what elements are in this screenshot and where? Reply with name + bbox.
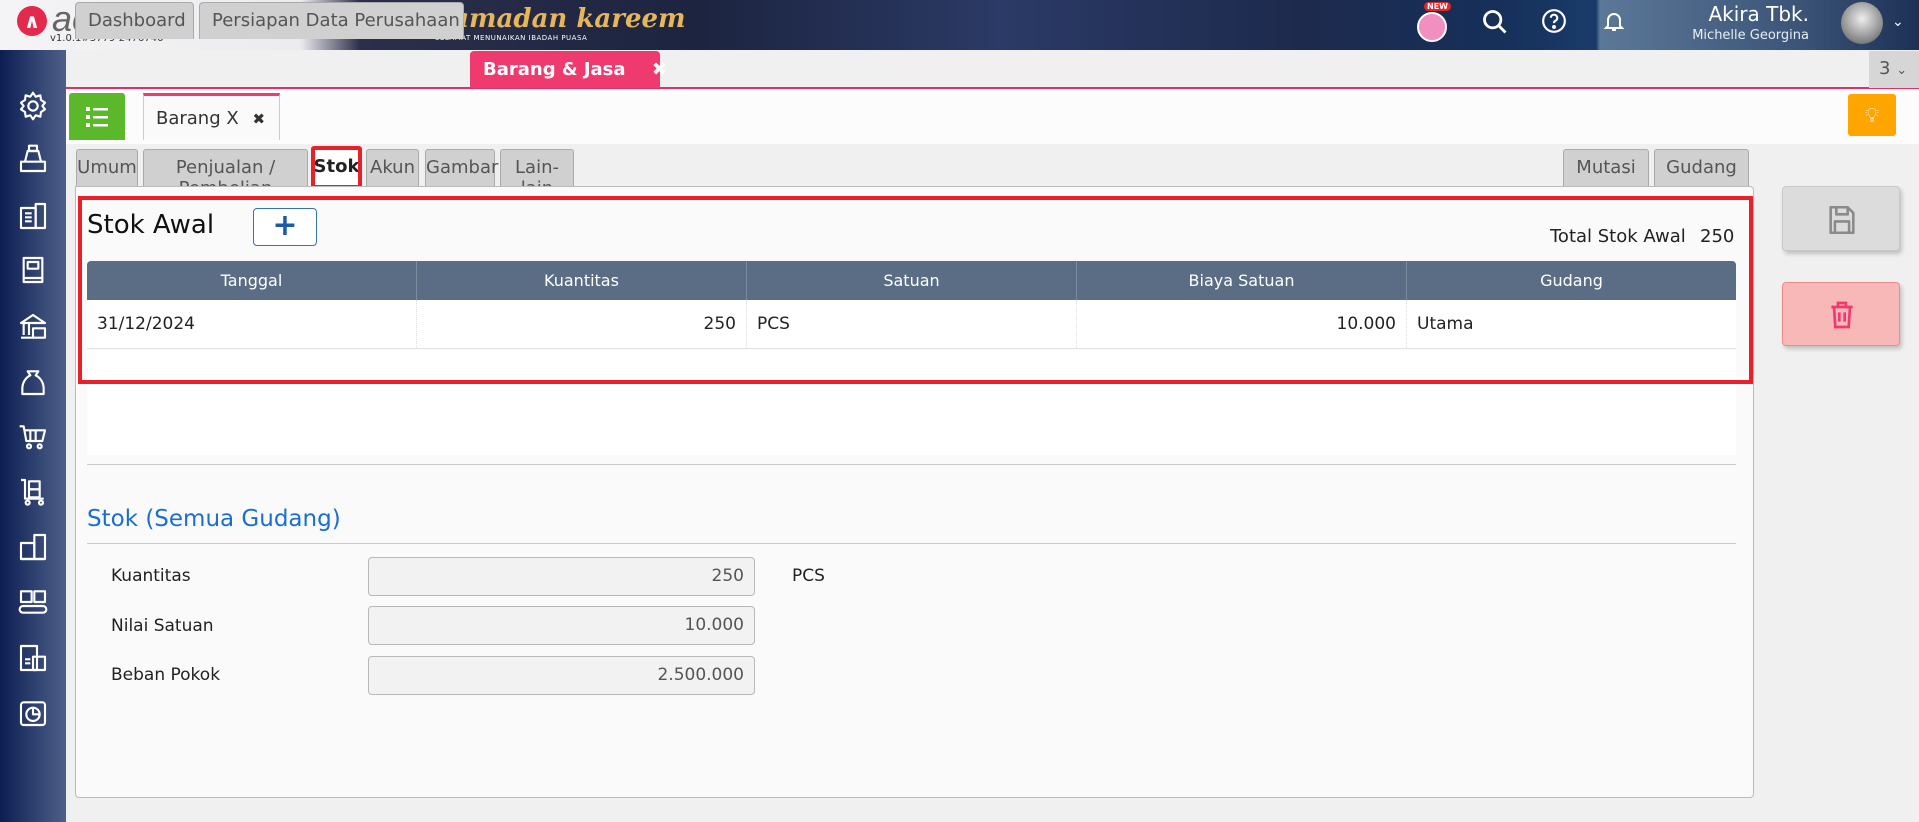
cart-icon[interactable] — [17, 421, 49, 453]
trash-icon — [1831, 301, 1853, 329]
trolley-boxes-icon[interactable] — [17, 476, 49, 508]
company-name[interactable]: Akira Tbk. — [1708, 2, 1809, 26]
tax-icon[interactable] — [17, 642, 49, 674]
unit-label: PCS — [792, 566, 825, 586]
stok-semua-gudang-title: Stok (Semua Gudang) — [87, 506, 341, 532]
accurate-logo-icon: ∧ — [17, 6, 47, 36]
nilai-satuan-field[interactable]: 10.000 — [368, 606, 755, 645]
conveyor-icon[interactable] — [17, 586, 49, 618]
tab-barang-jasa[interactable]: Barang & Jasa ✖ — [470, 51, 667, 88]
mascot-icon[interactable] — [1417, 12, 1447, 42]
close-icon[interactable]: ✖ — [652, 59, 667, 80]
kuantitas-label: Kuantitas — [111, 566, 191, 586]
tab-barang-x[interactable]: Barang X ✖ — [143, 93, 280, 140]
save-button[interactable] — [1782, 186, 1900, 251]
highlight-box — [78, 196, 1753, 384]
close-icon[interactable]: ✖ — [252, 110, 265, 128]
divider — [87, 464, 1736, 465]
settings-icon[interactable] — [17, 90, 49, 122]
list-button[interactable] — [69, 93, 125, 140]
beban-pokok-field[interactable]: 2.500.000 — [368, 656, 755, 695]
user-name[interactable]: Michelle Georgina — [1692, 28, 1809, 43]
chevron-down-icon: ⌄ — [1896, 63, 1908, 78]
bell-icon[interactable] — [1598, 8, 1630, 40]
cashier-icon[interactable] — [17, 143, 49, 175]
list-icon — [86, 107, 108, 127]
warehouse-icon[interactable] — [17, 531, 49, 563]
chevron-down-icon[interactable]: ⌄ — [1892, 14, 1904, 30]
avatar[interactable] — [1841, 2, 1883, 44]
new-badge: NEW — [1424, 2, 1451, 11]
divider — [87, 543, 1736, 544]
tab-stok[interactable]: Stok — [311, 146, 362, 189]
book-icon[interactable] — [17, 254, 49, 286]
banner-title: Ramadan kareem — [430, 4, 686, 34]
lightbulb-button[interactable]: 💡︎ — [1848, 94, 1896, 136]
tab-umum[interactable]: Umum — [76, 149, 138, 186]
kuantitas-field[interactable]: 250 — [368, 557, 755, 596]
tab-lain-lain[interactable]: Lain-lain — [500, 149, 574, 199]
report-chart-icon[interactable] — [17, 697, 49, 729]
nilai-satuan-label: Nilai Satuan — [111, 616, 214, 636]
search-icon[interactable] — [1479, 8, 1511, 40]
tab-label: Barang & Jasa — [483, 59, 626, 80]
tab-count-dropdown[interactable]: 3 ⌄ — [1869, 51, 1919, 88]
bank-icon[interactable] — [17, 311, 49, 343]
tab-persiapan-data[interactable]: Persiapan Data Perusahaan — [199, 2, 464, 39]
tab-penjualan-pembelian[interactable]: Penjualan / Pembelian — [143, 149, 308, 199]
save-icon — [1829, 205, 1855, 235]
tab-mutasi[interactable]: Mutasi — [1563, 149, 1649, 186]
lightbulb-icon: 💡︎ — [1865, 103, 1879, 127]
help-icon[interactable] — [1538, 8, 1570, 40]
tab-gambar[interactable]: Gambar — [425, 149, 498, 186]
money-bag-icon[interactable] — [17, 366, 49, 398]
main-tab-bar — [66, 50, 1919, 89]
tab-label: Barang X — [156, 108, 239, 129]
building-icon[interactable] — [17, 200, 49, 232]
tab-gudang[interactable]: Gudang — [1654, 149, 1749, 186]
sub-tab-row — [66, 89, 1919, 144]
tab-count: 3 — [1879, 58, 1891, 79]
beban-pokok-label: Beban Pokok — [111, 665, 221, 685]
tab-akun[interactable]: Akun — [366, 149, 419, 186]
tab-dashboard[interactable]: Dashboard — [75, 2, 194, 39]
delete-button[interactable] — [1782, 282, 1900, 346]
